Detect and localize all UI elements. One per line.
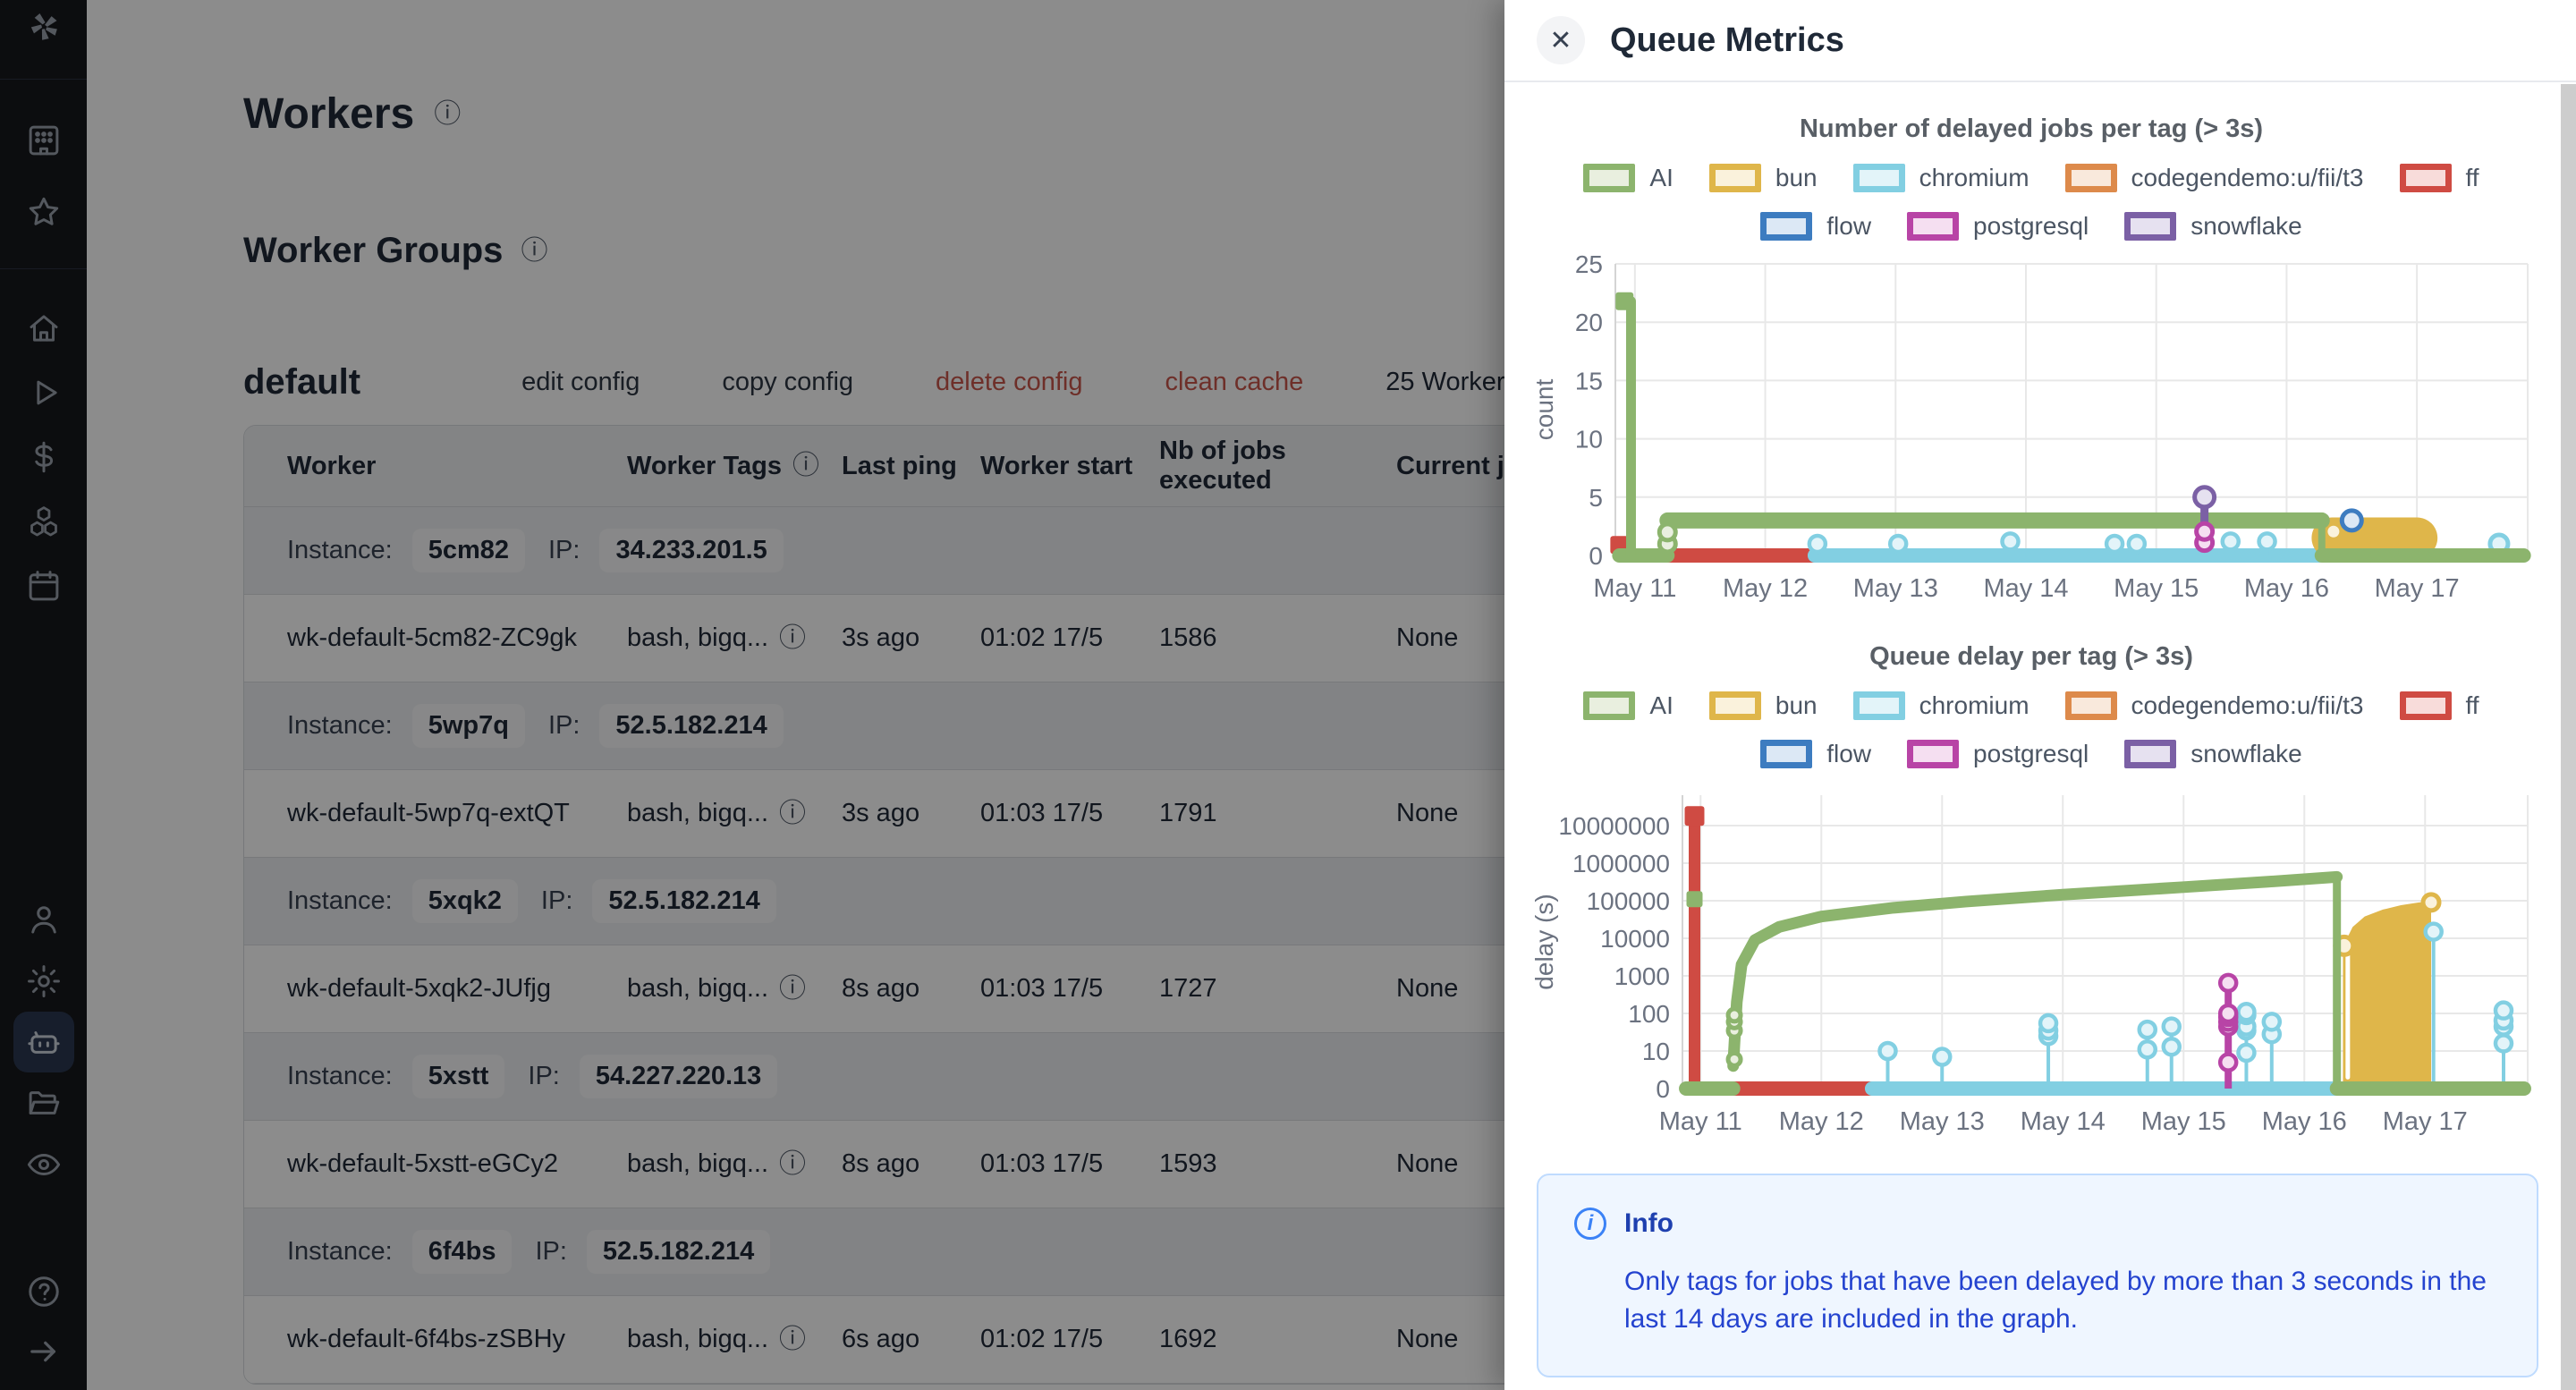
legend-label: flow — [1826, 212, 1871, 241]
svg-text:May 15: May 15 — [2141, 1107, 2226, 1136]
legend-item[interactable]: codegendemo:u/fii/t3 — [2065, 164, 2364, 192]
svg-text:May 12: May 12 — [1779, 1107, 1864, 1136]
svg-text:20: 20 — [1575, 309, 1603, 336]
svg-text:0: 0 — [1656, 1075, 1670, 1103]
legend-swatch — [1907, 740, 1959, 768]
legend-item[interactable]: codegendemo:u/fii/t3 — [2065, 691, 2364, 720]
legend-label: AI — [1649, 164, 1673, 192]
svg-text:May 16: May 16 — [2244, 574, 2329, 603]
svg-text:1000: 1000 — [1614, 962, 1670, 990]
drawer-body: Number of delayed jobs per tag (> 3s) AI b… — [1504, 82, 2576, 1388]
info-box-title: Info — [1624, 1208, 1674, 1239]
legend-label: codegendemo:u/fii/t3 — [2131, 164, 2364, 192]
legend-swatch — [1907, 212, 1959, 241]
queue-metrics-drawer: ✕ Queue Metrics Number of delayed jobs p… — [1504, 0, 2576, 1390]
legend-label: snowflake — [2190, 212, 2302, 241]
chart-title: Queue delay per tag (> 3s) — [1526, 642, 2537, 672]
legend-swatch — [1583, 164, 1635, 192]
close-icon[interactable]: ✕ — [1537, 16, 1585, 64]
legend-swatch — [2124, 212, 2176, 241]
svg-text:count: count — [1530, 379, 1558, 441]
legend-swatch — [2124, 740, 2176, 768]
chart-title: Number of delayed jobs per tag (> 3s) — [1526, 114, 2537, 144]
legend-swatch — [1853, 164, 1905, 192]
svg-text:10: 10 — [1575, 426, 1603, 453]
legend-label: postgresql — [1973, 212, 2089, 241]
svg-text:15: 15 — [1575, 367, 1603, 394]
svg-text:10000000: 10000000 — [1558, 812, 1670, 840]
svg-text:May 15: May 15 — [2114, 574, 2199, 603]
legend-item[interactable]: flow — [1760, 740, 1871, 768]
queue-delay-chart: Queue delay per tag (> 3s) AI bun chromium c… — [1526, 642, 2537, 1161]
legend-item[interactable]: AI — [1583, 164, 1673, 192]
svg-text:May 11: May 11 — [1659, 1107, 1742, 1136]
legend-swatch — [1760, 212, 1812, 241]
legend-swatch — [2065, 691, 2117, 720]
legend-swatch — [1853, 691, 1905, 720]
svg-text:May 17: May 17 — [2375, 574, 2460, 603]
legend-item[interactable]: chromium — [1853, 691, 2029, 720]
legend-swatch — [1709, 691, 1761, 720]
legend-item[interactable]: bun — [1709, 164, 1818, 192]
legend-label: AI — [1649, 691, 1673, 720]
info-box: i Info Only tags for jobs that have been… — [1537, 1174, 2538, 1377]
legend-label: snowflake — [2190, 740, 2302, 768]
legend-label: codegendemo:u/fii/t3 — [2131, 691, 2364, 720]
legend-swatch — [2400, 691, 2452, 720]
legend-swatch — [1709, 164, 1761, 192]
legend-item[interactable]: ff — [2400, 691, 2479, 720]
legend-swatch — [1583, 691, 1635, 720]
legend-item[interactable]: ff — [2400, 164, 2479, 192]
svg-text:May 11: May 11 — [1593, 574, 1676, 603]
drawer-scrollbar[interactable] — [2561, 84, 2576, 1390]
svg-text:10: 10 — [1642, 1038, 1670, 1065]
legend-item[interactable]: snowflake — [2124, 740, 2302, 768]
svg-text:0: 0 — [1589, 542, 1603, 570]
app-root: Workers ⓘ Worker Groups ⓘ default edit c… — [0, 0, 2576, 1390]
svg-text:100: 100 — [1628, 1000, 1670, 1028]
drawer-title: Queue Metrics — [1610, 21, 1844, 60]
legend-swatch — [1760, 740, 1812, 768]
svg-text:5: 5 — [1589, 484, 1603, 512]
legend-label: ff — [2466, 164, 2479, 192]
legend-label: ff — [2466, 691, 2479, 720]
info-circle-icon: i — [1574, 1208, 1606, 1240]
legend-swatch — [2400, 164, 2452, 192]
svg-text:100000: 100000 — [1587, 887, 1670, 915]
info-box-body: Only tags for jobs that have been delaye… — [1624, 1263, 2528, 1338]
legend-label: chromium — [1919, 691, 2029, 720]
legend-label: bun — [1775, 691, 1818, 720]
svg-text:May 14: May 14 — [1983, 574, 2068, 603]
legend-label: flow — [1826, 740, 1871, 768]
svg-text:May 13: May 13 — [1853, 574, 1938, 603]
svg-text:25: 25 — [1575, 253, 1603, 278]
legend-item[interactable]: AI — [1583, 691, 1673, 720]
svg-text:May 12: May 12 — [1723, 574, 1808, 603]
legend-label: postgresql — [1973, 740, 2089, 768]
legend-label: bun — [1775, 164, 1818, 192]
delayed-jobs-chart: Number of delayed jobs per tag (> 3s) AI b… — [1526, 114, 2537, 615]
svg-text:10000: 10000 — [1600, 925, 1670, 953]
legend-swatch — [2065, 164, 2117, 192]
svg-text:delay (s): delay (s) — [1530, 894, 1558, 989]
legend-label: chromium — [1919, 164, 2029, 192]
svg-text:1000000: 1000000 — [1572, 850, 1670, 877]
svg-text:May 14: May 14 — [2021, 1107, 2106, 1136]
svg-text:May 16: May 16 — [2262, 1107, 2347, 1136]
chart-plot: 0 5 10 15 20 25 May 11 May 12 May 13 May 14 May 15… — [1526, 253, 2537, 611]
drawer-header: ✕ Queue Metrics — [1504, 0, 2576, 82]
svg-text:May 13: May 13 — [1900, 1107, 1985, 1136]
legend-item[interactable]: flow — [1760, 212, 1871, 241]
legend-item[interactable]: chromium — [1853, 164, 2029, 192]
legend-item[interactable]: postgresql — [1907, 212, 2089, 241]
chart-plot: 0 10 100 1000 10000 100000 1000000 10000000 May … — [1526, 781, 2537, 1157]
legend-item[interactable]: postgresql — [1907, 740, 2089, 768]
legend-item[interactable]: bun — [1709, 691, 1818, 720]
svg-text:May 17: May 17 — [2383, 1107, 2468, 1136]
legend-item[interactable]: snowflake — [2124, 212, 2302, 241]
